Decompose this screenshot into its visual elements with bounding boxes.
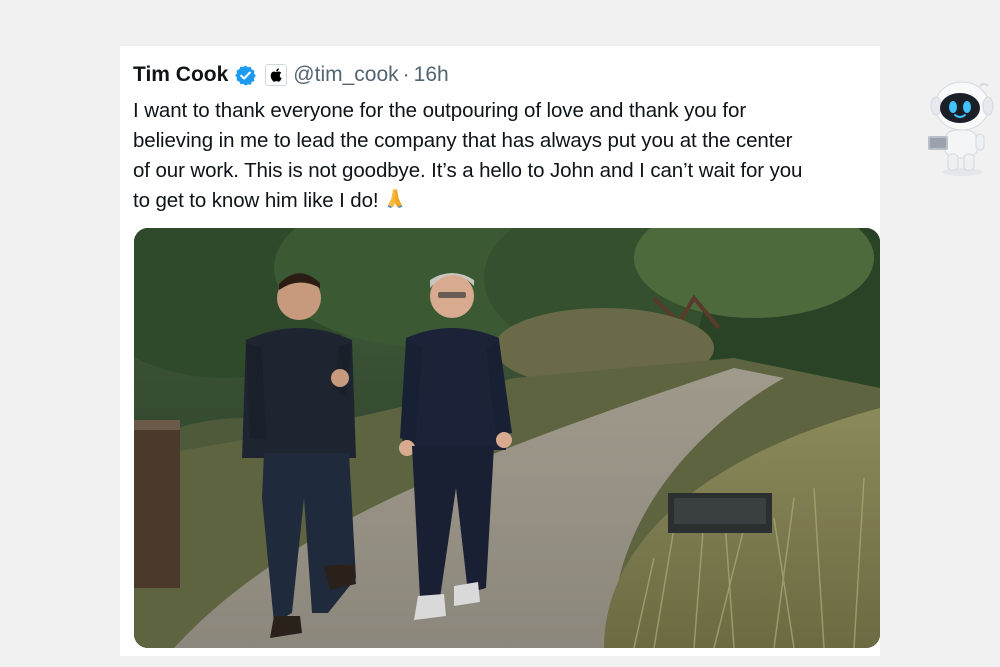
author-display-name[interactable]: Tim Cook: [133, 61, 228, 89]
folded-hands-emoji-icon: [383, 186, 407, 219]
robot-mascot-icon: [922, 78, 1000, 178]
tweet-header: Tim Cook @tim_cook · 16h: [133, 61, 449, 89]
tweet-text-line: of our work. This is not goodbye. It’s a…: [133, 159, 803, 182]
outdoor-walk-photo: [134, 228, 880, 648]
meta-separator: ·: [402, 63, 410, 86]
author-handle[interactable]: @tim_cook: [293, 61, 398, 89]
tweet-text-line: I want to thank everyone for the outpour…: [133, 99, 747, 122]
tweet-media-photo[interactable]: [134, 228, 880, 648]
tweet-timestamp[interactable]: 16h: [414, 61, 449, 89]
tweet-text-line-last: to get to know him like I do!: [133, 186, 878, 219]
tweet-text-line: believing in me to lead the company that…: [133, 129, 793, 152]
verified-badge-icon[interactable]: [234, 64, 257, 87]
tweet-text: I want to thank everyone for the outpour…: [133, 96, 878, 219]
tweet-card[interactable]: Tim Cook @tim_cook · 16h I want to thank…: [120, 46, 994, 656]
apple-logo-icon[interactable]: [265, 64, 288, 86]
tweet-text-line: to get to know him like I do!: [133, 189, 379, 212]
handle-and-time: @tim_cook · 16h: [293, 61, 448, 89]
